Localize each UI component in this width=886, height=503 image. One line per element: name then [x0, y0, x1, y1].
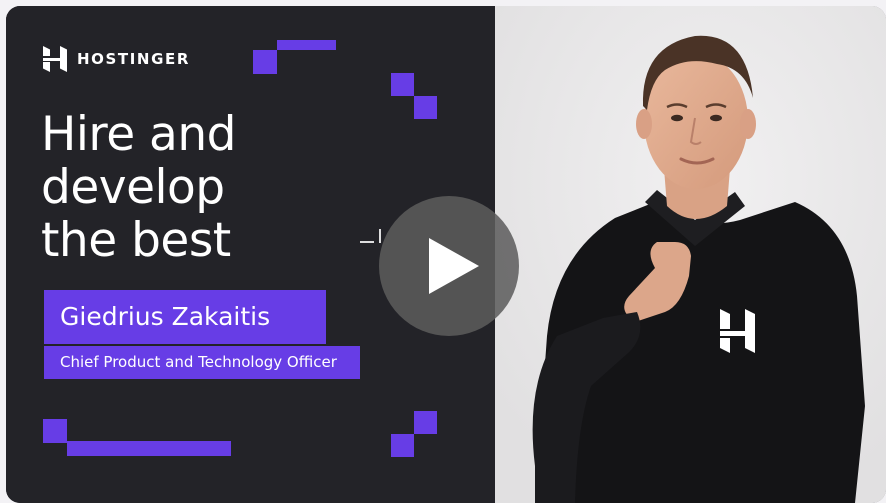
- brand-name: HOSTINGER: [77, 50, 190, 68]
- pixel-decoration: [414, 96, 437, 119]
- play-icon: [429, 238, 479, 294]
- crosshair-decoration: [360, 241, 374, 243]
- pixel-decoration: [414, 411, 437, 434]
- pixel-decoration: [277, 40, 336, 50]
- pixel-decoration: [67, 441, 231, 456]
- headline-line: develop: [41, 160, 225, 215]
- video-headline: Hire and develop the best: [41, 108, 236, 267]
- speaker-portrait-illustration: [495, 6, 886, 503]
- video-player[interactable]: HOSTINGER Hire and develop the best Gied…: [6, 6, 886, 503]
- brand-logo: HOSTINGER: [43, 46, 190, 72]
- hostinger-logo-icon: [43, 46, 67, 72]
- speaker-title: Chief Product and Technology Officer: [44, 346, 360, 379]
- speaker-photo: [495, 6, 886, 503]
- headline-line: Hire and: [41, 107, 236, 162]
- pixel-decoration: [391, 434, 414, 457]
- pixel-decoration: [391, 73, 414, 96]
- play-button[interactable]: [379, 196, 519, 336]
- headline-line: the best: [41, 213, 231, 268]
- pixel-decoration: [253, 50, 277, 74]
- pixel-decoration: [43, 419, 67, 443]
- speaker-name: Giedrius Zakaitis: [44, 290, 326, 344]
